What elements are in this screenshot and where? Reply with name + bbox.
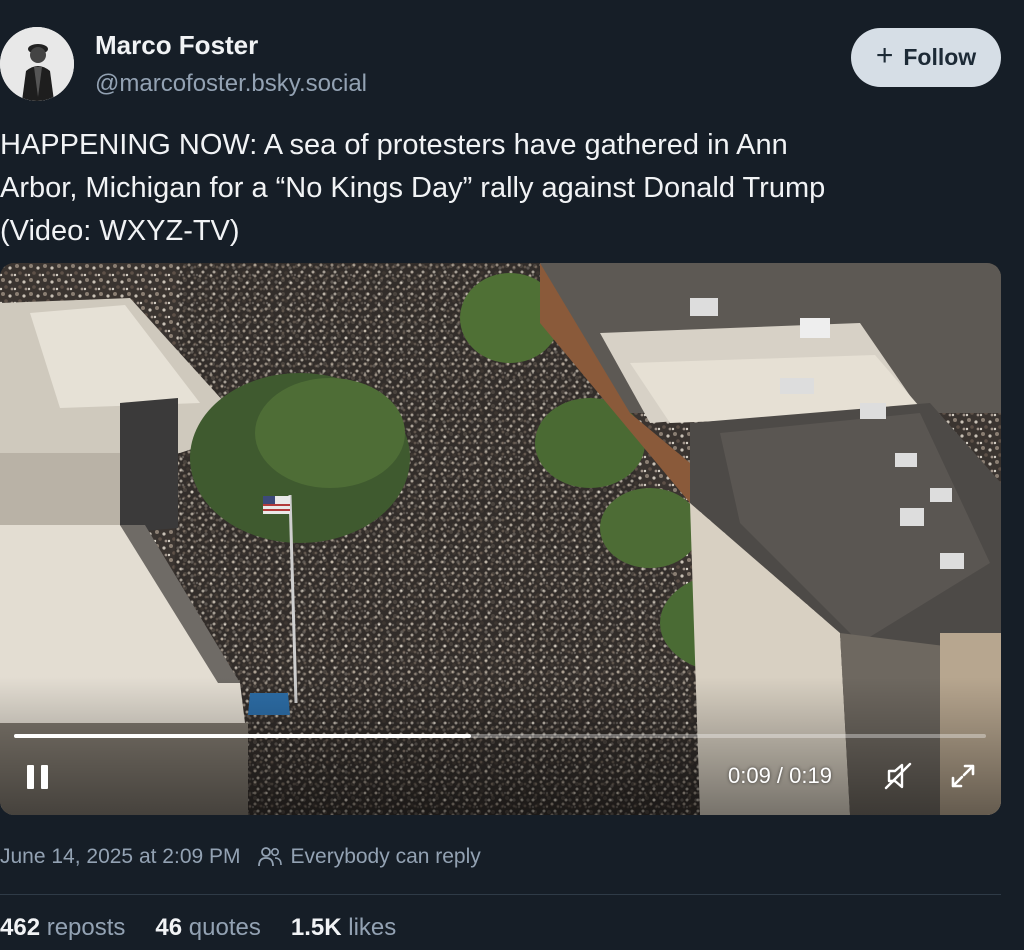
reply-setting: Everybody can reply	[257, 845, 481, 869]
reposts-stat[interactable]: 462 reposts	[0, 914, 125, 942]
fullscreen-icon	[951, 764, 975, 788]
author-name[interactable]: Marco Foster	[95, 30, 258, 61]
reposts-count: 462	[0, 914, 41, 941]
follow-button-label: Follow	[903, 44, 977, 70]
quotes-label: quotes	[188, 914, 261, 941]
avatar[interactable]	[0, 27, 74, 101]
reply-setting-label: Everybody can reply	[290, 845, 481, 868]
video-progress-bar[interactable]	[14, 734, 986, 738]
video-progress-fill	[14, 734, 471, 738]
author-handle[interactable]: @marcofoster.bsky.social	[95, 70, 367, 98]
mute-button[interactable]	[880, 758, 916, 794]
likes-stat[interactable]: 1.5K likes	[291, 914, 396, 942]
muted-speaker-icon	[884, 762, 912, 790]
post-text-line: HAPPENING NOW: A sea of protesters have …	[0, 129, 788, 161]
post-meta: June 14, 2025 at 2:09 PM Everybody can r…	[0, 845, 481, 869]
avatar-image	[0, 27, 74, 101]
divider	[0, 894, 1001, 895]
reposts-label: reposts	[46, 914, 126, 941]
quotes-count: 46	[155, 914, 183, 941]
post-text: HAPPENING NOW: A sea of protesters have …	[0, 124, 1010, 253]
quotes-stat[interactable]: 46 quotes	[155, 914, 260, 942]
likes-count: 1.5K	[290, 914, 342, 941]
engagement-stats: 462 reposts 46 quotes 1.5K likes	[0, 914, 396, 942]
pause-button[interactable]	[22, 760, 56, 794]
post-text-line: Arbor, Michigan for a “No Kings Day” ral…	[0, 172, 826, 204]
fullscreen-button[interactable]	[945, 758, 981, 794]
video-frame	[0, 263, 1001, 815]
video-time: 0:09 / 0:19	[728, 763, 832, 788]
post-timestamp[interactable]: June 14, 2025 at 2:09 PM	[0, 845, 241, 869]
pause-icon	[27, 765, 48, 789]
plus-icon: +	[875, 39, 894, 72]
post-text-line: (Video: WXYZ-TV)	[0, 215, 240, 247]
people-icon	[257, 847, 282, 867]
video-player[interactable]	[0, 263, 1001, 815]
follow-button[interactable]: + Follow	[851, 28, 1001, 87]
likes-label: likes	[348, 914, 397, 941]
